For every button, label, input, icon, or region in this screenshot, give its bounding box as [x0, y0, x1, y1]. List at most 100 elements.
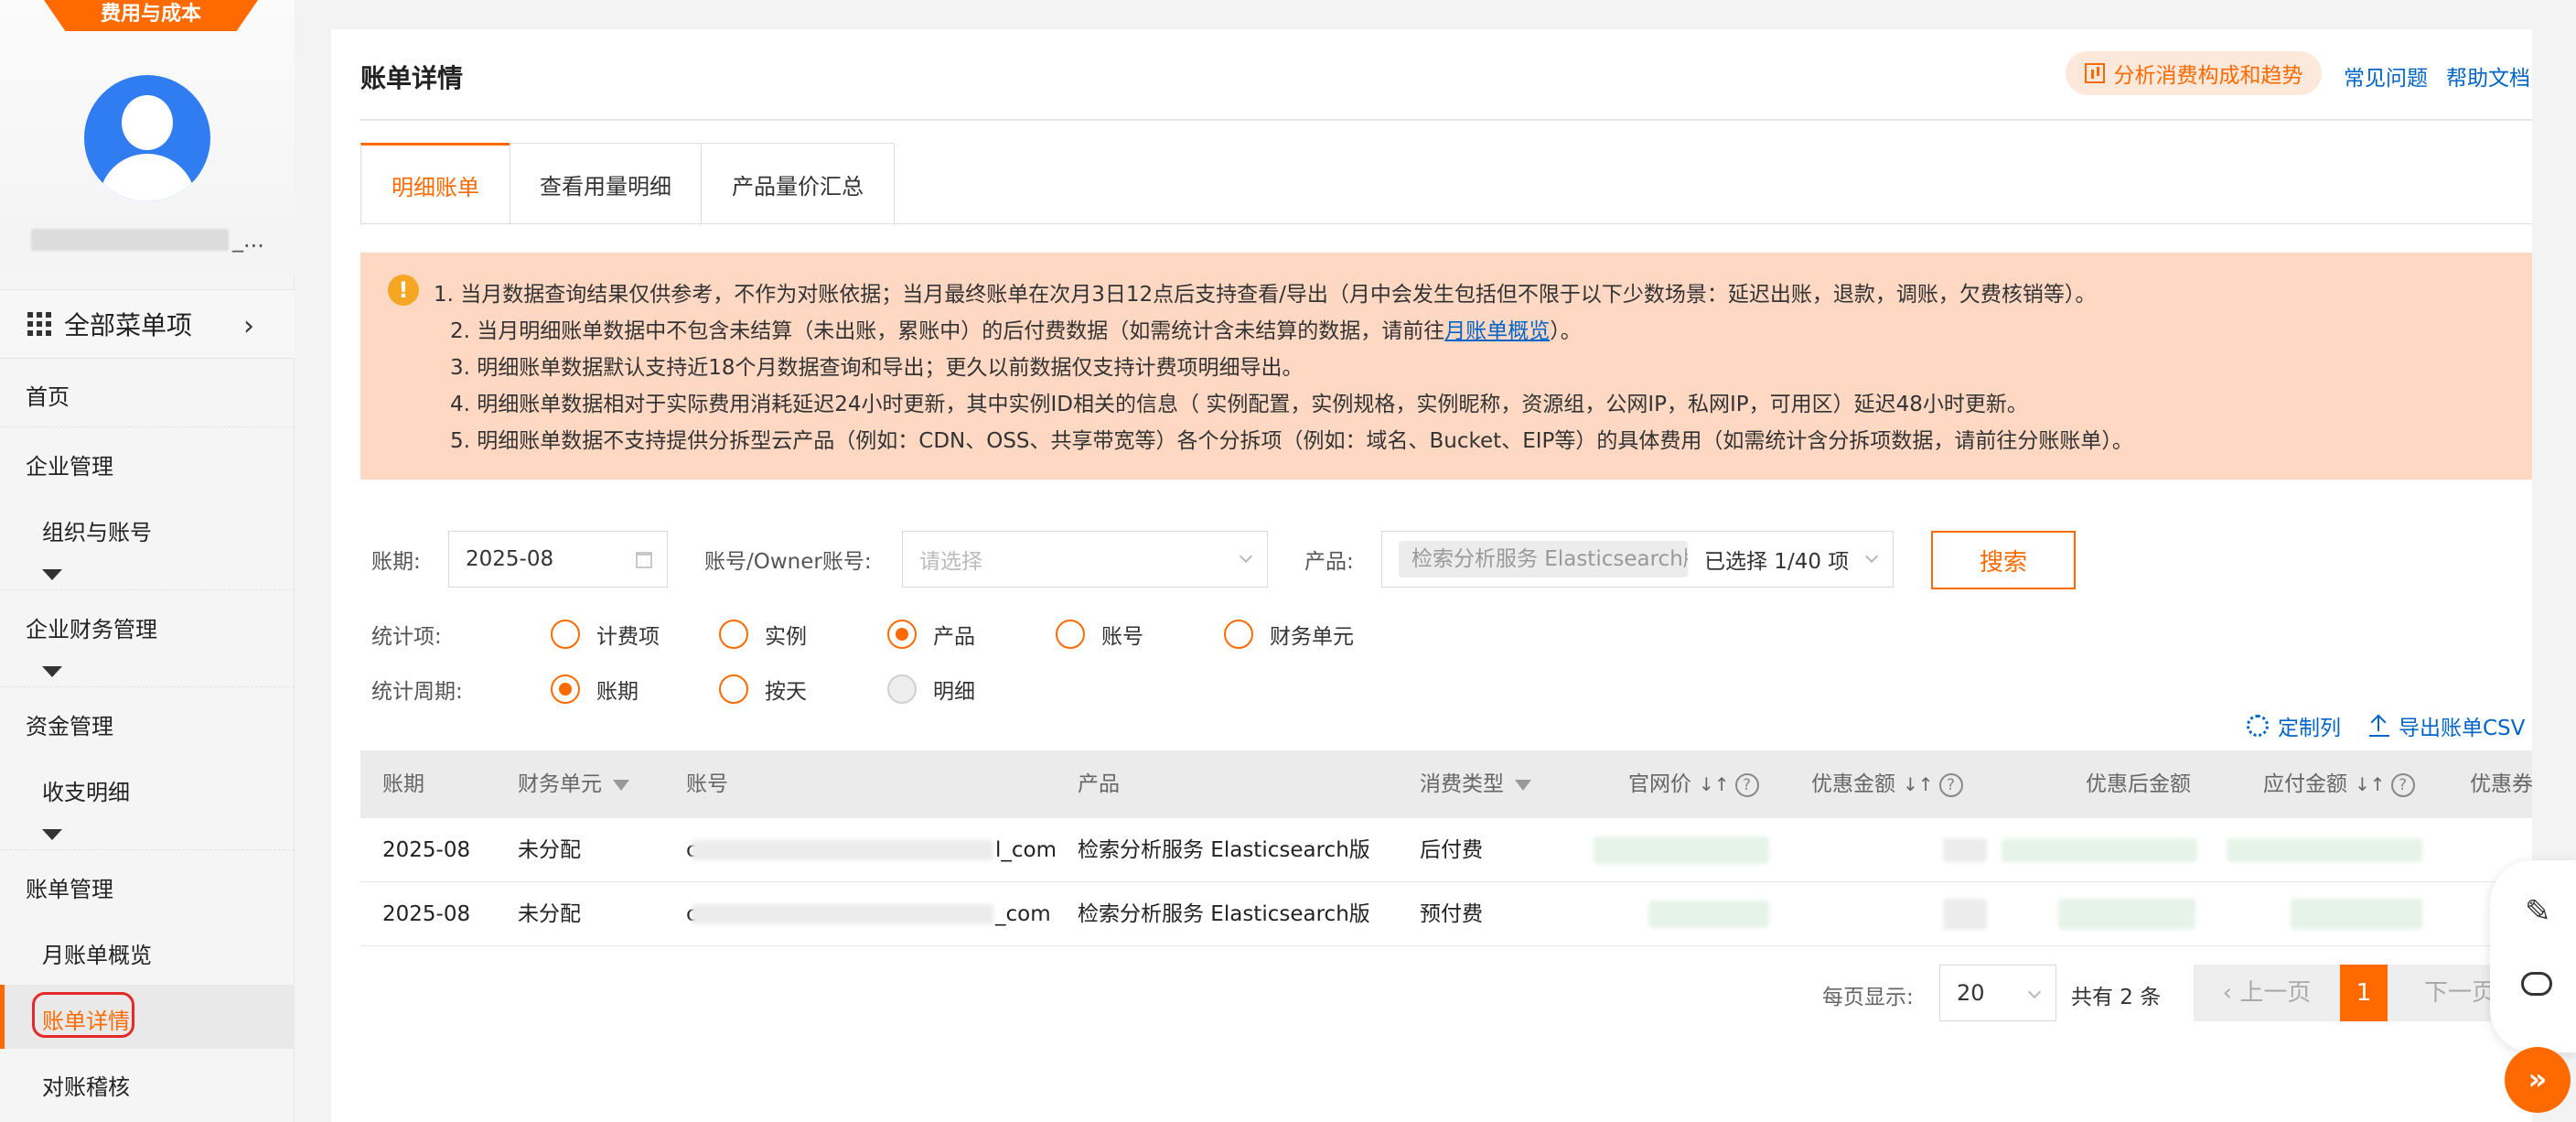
period-date-picker[interactable]: 2025-08	[448, 531, 668, 588]
account-placeholder: 请选择	[919, 550, 982, 574]
faq-link[interactable]: 常见问题	[2344, 60, 2428, 92]
custom-columns-label: 定制列	[2278, 717, 2341, 740]
monthly-overview-link[interactable]: 月账单概览	[1444, 319, 1550, 343]
help-icon[interactable]: ?	[2390, 772, 2415, 797]
search-button[interactable]: 搜索	[1931, 531, 2076, 589]
per-page-value: 20	[1957, 980, 1985, 1006]
radio-button-selected[interactable]	[887, 620, 917, 649]
account-suffix: _com	[995, 902, 1051, 926]
table-row[interactable]: 2025-08 未分配 c l_com 检索分析服务 Elasticsearch…	[360, 818, 2532, 882]
column-header-label: 消费类型	[1420, 772, 1504, 796]
floating-toolbar: ✎	[2490, 860, 2576, 1052]
product-tag[interactable]: 检索分析服务 Elasticsearch版	[1399, 541, 1688, 577]
cell-consumption-type: 预付费	[1420, 902, 1483, 926]
column-header-discount: 优惠金额 ↓↑?	[1811, 750, 1963, 818]
per-page-label: 每页显示:	[1822, 986, 1914, 1009]
account-label: 账号/Owner账号:	[704, 550, 872, 574]
account-redacted	[692, 840, 993, 860]
sidebar-item-transactions[interactable]: 收支明细	[0, 774, 295, 806]
sort-icon[interactable]: ↓↑	[1903, 773, 1934, 795]
radio-finance-unit[interactable]: 财务单元	[1224, 619, 1392, 650]
analyze-spending-button[interactable]: 分析消费构成和趋势	[2066, 51, 2322, 95]
radio-product[interactable]: 产品	[887, 619, 1056, 650]
column-header-label: 应付金额	[2263, 772, 2347, 796]
help-icon[interactable]: ?	[1734, 772, 1759, 797]
radio-instance[interactable]: 实例	[719, 619, 887, 650]
tab-detail-bill[interactable]: 明细账单	[360, 143, 510, 225]
radio-label: 明细	[933, 680, 975, 704]
discount-redacted	[1943, 838, 1987, 862]
radio-period[interactable]: 账期	[551, 674, 719, 705]
prev-page-button[interactable]: ‹ 上一页	[2194, 965, 2340, 1021]
per-page-select[interactable]: 20	[1939, 965, 2056, 1021]
help-docs-link[interactable]: 帮助文档	[2446, 60, 2530, 92]
sidebar-item-bill-details[interactable]: 账单详情	[0, 1003, 295, 1035]
notice-line: 5. 明细账单数据不支持提供分拆型云产品（例如：CDN、OSS、共享带宽等）各个…	[450, 429, 2133, 453]
custom-columns-button[interactable]: 定制列	[2247, 710, 2341, 741]
radio-label: 产品	[933, 625, 975, 649]
sort-icon[interactable]: ↓↑	[2355, 773, 2386, 795]
all-menu-label: 全部菜单项	[64, 310, 193, 340]
calendar-icon	[636, 552, 652, 568]
radio-button[interactable]	[1224, 620, 1253, 649]
column-header-discounted-amount: 优惠后金额	[2086, 772, 2191, 796]
caret-down-icon[interactable]	[42, 666, 62, 677]
payable-redacted	[2227, 838, 2422, 862]
stat-item-label: 统计项:	[371, 625, 442, 649]
sort-icon[interactable]: ↓↑	[1699, 773, 1730, 795]
product-multiselect[interactable]: 检索分析服务 Elasticsearch版 已选择 1/40 项	[1381, 531, 1894, 588]
caret-down-icon[interactable]	[42, 829, 62, 840]
sidebar-group-finance[interactable]: 企业财务管理	[0, 611, 295, 643]
radio-daily[interactable]: 按天	[719, 674, 887, 705]
radio-account[interactable]: 账号	[1056, 619, 1224, 650]
divider	[360, 223, 2532, 224]
filter-icon[interactable]	[613, 779, 629, 791]
stat-period-label: 统计周期:	[371, 680, 463, 704]
cell-product: 检索分析服务 Elasticsearch版	[1078, 902, 1370, 926]
sidebar-item-home[interactable]: 首页	[0, 379, 295, 411]
radio-button-selected[interactable]	[551, 674, 580, 704]
radio-detail: 明细	[887, 674, 1056, 705]
radio-button[interactable]	[1056, 620, 1085, 649]
radio-button[interactable]	[719, 674, 748, 704]
sidebar-group-billing[interactable]: 账单管理	[0, 871, 295, 903]
sidebar-item-monthly-overview[interactable]: 月账单概览	[0, 937, 295, 969]
filter-icon[interactable]	[1515, 779, 1531, 791]
radio-button[interactable]	[551, 620, 580, 649]
account-select[interactable]: 请选择	[902, 531, 1268, 588]
brand-badge: 费用与成本	[44, 0, 258, 31]
cell-finance-unit: 未分配	[518, 902, 581, 926]
avatar[interactable]	[84, 75, 210, 201]
grid-icon	[27, 312, 51, 336]
radio-button[interactable]	[719, 620, 748, 649]
chevron-right-icon: ›	[243, 310, 254, 342]
discounted-amount-redacted	[2002, 838, 2197, 862]
divider	[0, 426, 295, 427]
tab-usage-detail[interactable]: 查看用量明细	[510, 143, 702, 225]
all-menu-button[interactable]: 全部菜单项 ›	[0, 289, 295, 359]
expand-button[interactable]: »	[2505, 1047, 2571, 1113]
export-csv-button[interactable]: 导出账单CSV	[2369, 710, 2525, 741]
help-icon[interactable]: ?	[1938, 772, 1963, 797]
assistant-icon[interactable]	[2521, 972, 2552, 996]
chart-icon	[2084, 63, 2105, 83]
cell-consumption-type: 后付费	[1420, 838, 1483, 862]
sidebar-item-reconciliation[interactable]: 对账稽核	[0, 1069, 295, 1101]
period-value: 2025-08	[466, 547, 554, 571]
total-count: 共有 2 条	[2071, 986, 2162, 1009]
sidebar-group-enterprise[interactable]: 企业管理	[0, 448, 295, 480]
page-1-button[interactable]: 1	[2340, 965, 2388, 1021]
column-header-list-price: 官网价 ↓↑?	[1628, 750, 1759, 818]
cell-finance-unit: 未分配	[518, 838, 581, 862]
export-csv-label: 导出账单CSV	[2399, 717, 2526, 740]
edit-icon[interactable]: ✎	[2525, 893, 2551, 930]
column-header-product: 产品	[1078, 772, 1120, 796]
double-chevron-right-icon: »	[2528, 1062, 2548, 1096]
radio-billing-item[interactable]: 计费项	[551, 619, 719, 650]
tab-product-price-summary[interactable]: 产品量价汇总	[701, 143, 895, 225]
username: _...	[31, 227, 269, 253]
sidebar-group-funds[interactable]: 资金管理	[0, 708, 295, 740]
sidebar-item-org-accounts[interactable]: 组织与账号	[0, 514, 295, 546]
table-row[interactable]: 2025-08 未分配 c _com 检索分析服务 Elasticsearch版…	[360, 882, 2532, 946]
caret-down-icon[interactable]	[42, 569, 62, 580]
